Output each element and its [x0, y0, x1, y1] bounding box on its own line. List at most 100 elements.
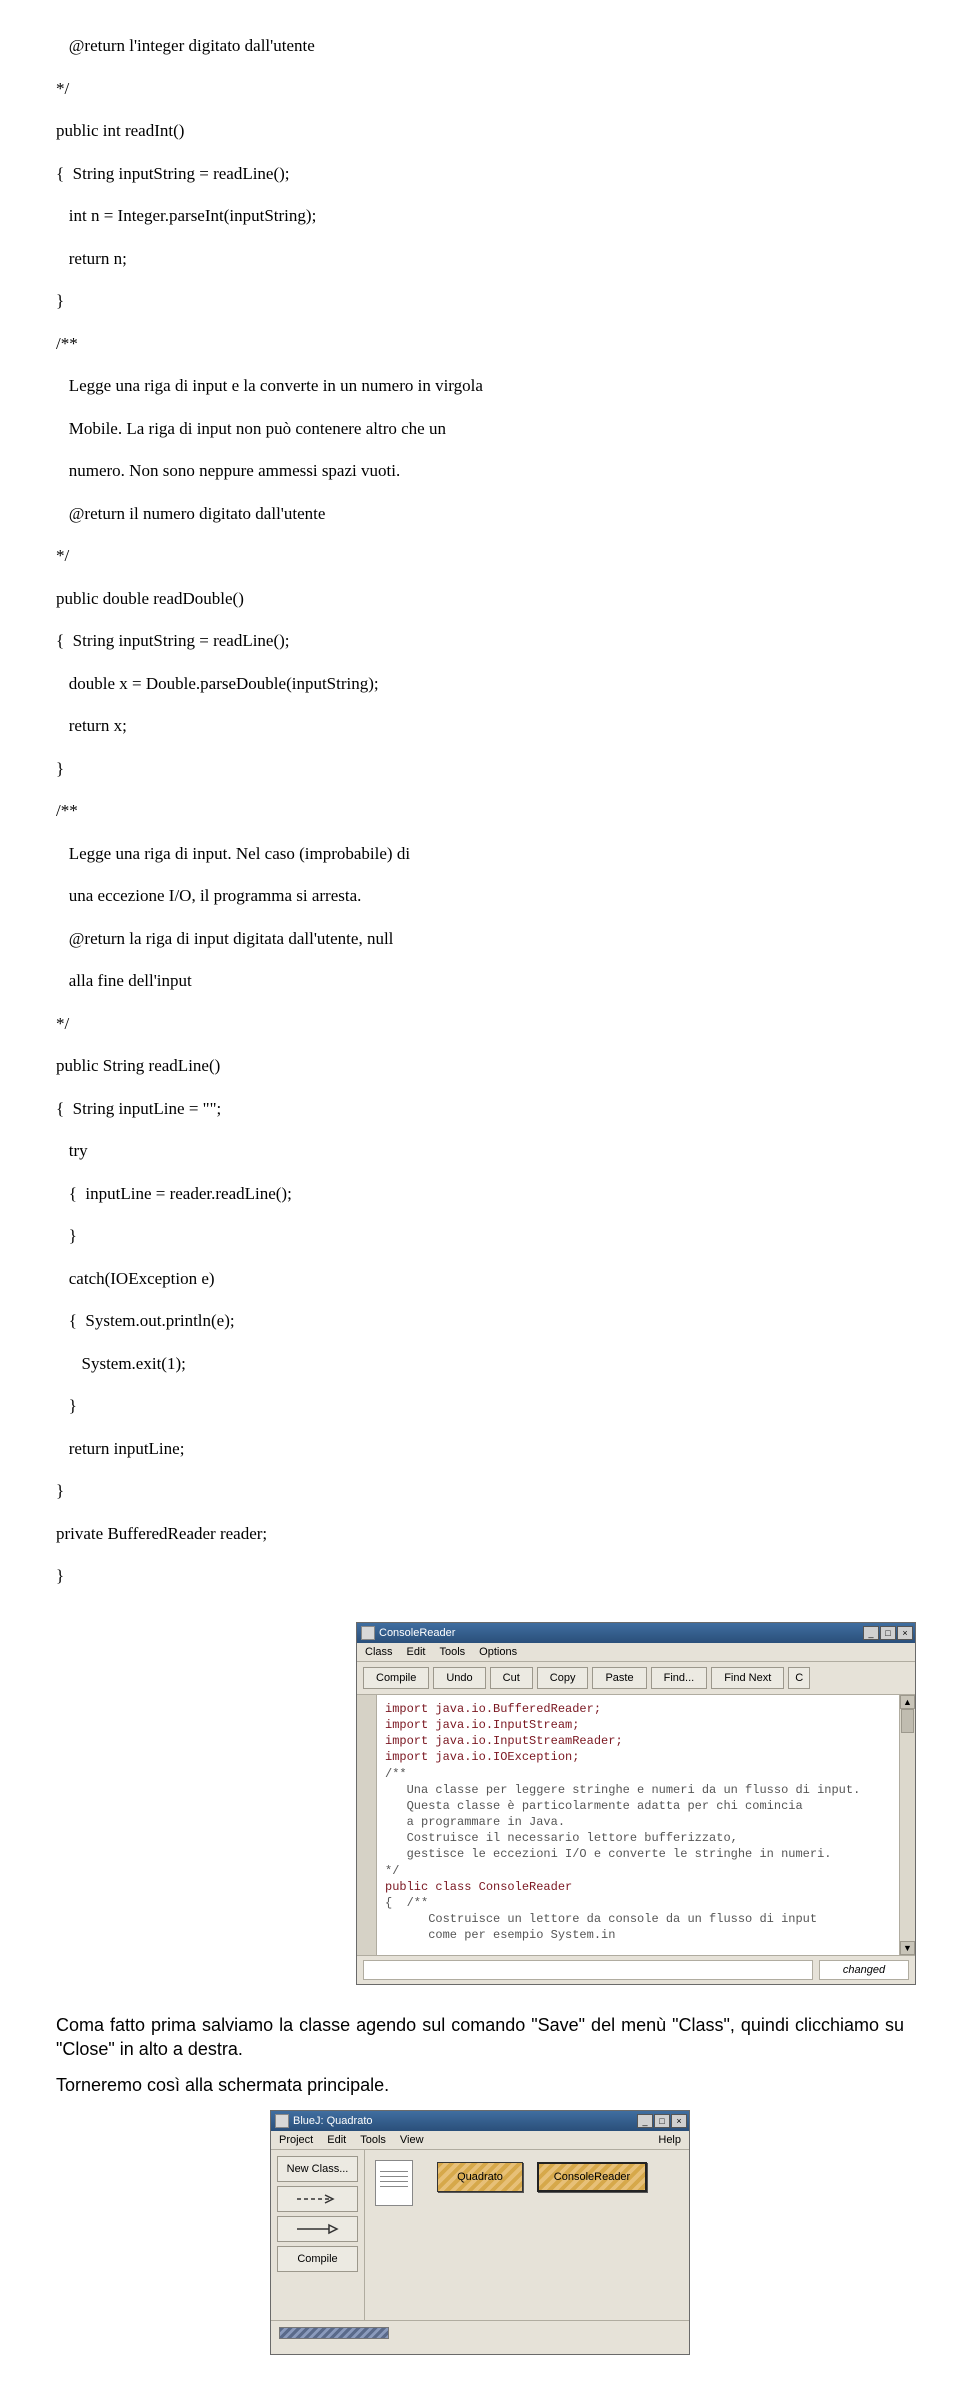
src-line: Costruisce il necessario lettore bufferi… — [385, 1830, 891, 1846]
minimize-button[interactable]: _ — [863, 1626, 879, 1640]
src-line: import java.io.InputStream; — [385, 1717, 891, 1733]
menu-options[interactable]: Options — [479, 1646, 517, 1658]
code-line: return x; — [56, 715, 904, 736]
code-line: { System.out.println(e); — [56, 1310, 904, 1331]
bluej-window-title: BlueJ: Quadrato — [293, 2115, 373, 2127]
dashed-arrow-icon — [295, 2193, 341, 2205]
src-line: Costruisce un lettore da console da un f… — [385, 1911, 891, 1927]
readme-icon[interactable] — [375, 2160, 413, 2206]
code-line: public double readDouble() — [56, 588, 904, 609]
editor-window: ConsoleReader _ □ × Class Edit Tools Opt… — [356, 1622, 916, 1985]
window-title: ConsoleReader — [379, 1627, 455, 1639]
editor-gutter — [357, 1695, 377, 1955]
code-line: } — [56, 1565, 904, 1586]
solid-arrow-button[interactable] — [277, 2216, 358, 2242]
menu-class[interactable]: Class — [365, 1646, 393, 1658]
titlebar[interactable]: ConsoleReader _ □ × — [357, 1623, 915, 1643]
close-toolbar-button[interactable]: C — [788, 1667, 810, 1689]
src-line: import java.io.BufferedReader; — [385, 1701, 891, 1717]
code-line: { String inputLine = ""; — [56, 1098, 904, 1119]
src-line: gestisce le eccezioni I/O e converte le … — [385, 1846, 891, 1862]
find-next-button[interactable]: Find Next — [711, 1667, 784, 1689]
cut-button[interactable]: Cut — [490, 1667, 533, 1689]
code-line: /** — [56, 333, 904, 354]
code-line: return inputLine; — [56, 1438, 904, 1459]
src-line: Una classe per leggere stringhe e numeri… — [385, 1782, 891, 1798]
code-line: return n; — [56, 248, 904, 269]
code-line: try — [56, 1140, 904, 1161]
code-line: } — [56, 1480, 904, 1501]
scroll-up-icon[interactable]: ▲ — [900, 1695, 915, 1709]
menu-tools[interactable]: Tools — [439, 1646, 465, 1658]
code-line: */ — [56, 545, 904, 566]
code-line: Legge una riga di input. Nel caso (impro… — [56, 843, 904, 864]
find-button[interactable]: Find... — [651, 1667, 708, 1689]
menu-tools[interactable]: Tools — [360, 2134, 386, 2146]
code-line: alla fine dell'input — [56, 970, 904, 991]
src-line: a programmare in Java. — [385, 1814, 891, 1830]
code-line: Legge una riga di input e la converte in… — [56, 375, 904, 396]
instruction-paragraph-1: Coma fatto prima salviamo la classe agen… — [56, 2013, 904, 2062]
bluej-window: BlueJ: Quadrato _ □ × Project Edit Tools… — [270, 2110, 690, 2355]
instruction-paragraph-2: Torneremo così alla schermata principale… — [56, 2073, 904, 2097]
src-line: Questa classe è particolarmente adatta p… — [385, 1798, 891, 1814]
copy-button[interactable]: Copy — [537, 1667, 589, 1689]
menu-edit[interactable]: Edit — [327, 2134, 346, 2146]
bluej-titlebar[interactable]: BlueJ: Quadrato _ □ × — [271, 2111, 689, 2131]
code-line: una eccezione I/O, il programma si arres… — [56, 885, 904, 906]
compile-button[interactable]: Compile — [363, 1667, 429, 1689]
code-line: Mobile. La riga di input non può contene… — [56, 418, 904, 439]
code-listing: @return l'integer digitato dall'utente *… — [56, 14, 904, 1608]
bluej-app-icon — [275, 2114, 289, 2128]
toolbar: Compile Undo Cut Copy Paste Find... Find… — [357, 1662, 915, 1695]
close-button[interactable]: × — [671, 2114, 687, 2128]
compile-button[interactable]: Compile — [277, 2246, 358, 2272]
vertical-scrollbar[interactable]: ▲ ▼ — [899, 1695, 915, 1955]
menu-help[interactable]: Help — [658, 2134, 681, 2146]
code-line: { String inputString = readLine(); — [56, 163, 904, 184]
menu-edit[interactable]: Edit — [407, 1646, 426, 1658]
src-line: */ — [385, 1863, 891, 1879]
src-line: import java.io.InputStreamReader; — [385, 1733, 891, 1749]
code-line: System.exit(1); — [56, 1353, 904, 1374]
code-line: public int readInt() — [56, 120, 904, 141]
bluej-footer — [271, 2320, 689, 2354]
new-class-button[interactable]: New Class... — [277, 2156, 358, 2182]
code-line: { inputLine = reader.readLine(); — [56, 1183, 904, 1204]
code-line: numero. Non sono neppure ammessi spazi v… — [56, 460, 904, 481]
maximize-button[interactable]: □ — [880, 1626, 896, 1640]
src-line: public class ConsoleReader — [385, 1879, 891, 1895]
code-line: } — [56, 1395, 904, 1416]
progress-bar — [279, 2327, 389, 2339]
code-line: } — [56, 758, 904, 779]
src-line: come per esempio System.in — [385, 1927, 891, 1943]
code-line: { String inputString = readLine(); — [56, 630, 904, 651]
bluej-sidebar: New Class... Compile — [271, 2150, 365, 2320]
status-changed: changed — [819, 1960, 909, 1980]
code-line: int n = Integer.parseInt(inputString); — [56, 205, 904, 226]
bluej-menubar: Project Edit Tools View Help — [271, 2131, 689, 2150]
code-line: */ — [56, 1013, 904, 1034]
maximize-button[interactable]: □ — [654, 2114, 670, 2128]
code-line: public String readLine() — [56, 1055, 904, 1076]
status-message — [363, 1960, 813, 1980]
app-icon — [361, 1626, 375, 1640]
src-line: import java.io.IOException; — [385, 1749, 891, 1765]
close-button[interactable]: × — [897, 1626, 913, 1640]
code-editor[interactable]: import java.io.BufferedReader; import ja… — [377, 1695, 899, 1955]
code-line: @return l'integer digitato dall'utente — [56, 35, 904, 56]
menubar: Class Edit Tools Options — [357, 1643, 915, 1662]
code-line: /** — [56, 800, 904, 821]
scroll-thumb[interactable] — [901, 1709, 914, 1733]
class-quadrato[interactable]: Quadrato — [437, 2162, 523, 2192]
minimize-button[interactable]: _ — [637, 2114, 653, 2128]
scroll-down-icon[interactable]: ▼ — [900, 1941, 915, 1955]
menu-project[interactable]: Project — [279, 2134, 313, 2146]
class-consolereader[interactable]: ConsoleReader — [537, 2162, 647, 2192]
undo-button[interactable]: Undo — [433, 1667, 485, 1689]
dashed-arrow-button[interactable] — [277, 2186, 358, 2212]
code-line: } — [56, 290, 904, 311]
menu-view[interactable]: View — [400, 2134, 424, 2146]
class-diagram-canvas[interactable]: Quadrato ConsoleReader — [365, 2150, 689, 2320]
paste-button[interactable]: Paste — [592, 1667, 646, 1689]
